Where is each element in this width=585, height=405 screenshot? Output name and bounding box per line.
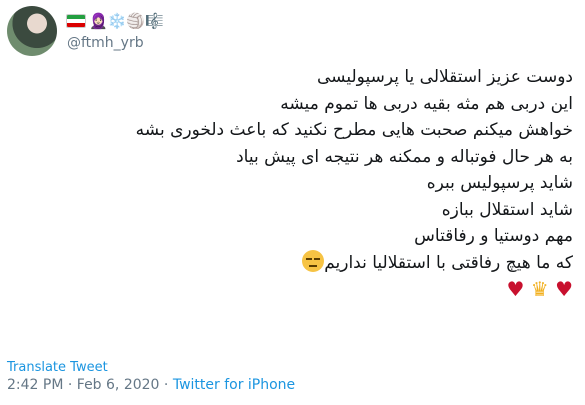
display-name[interactable]: 🧕🏻❄️🏐🎼 bbox=[66, 10, 164, 32]
tweet-time[interactable]: 2:42 PM bbox=[7, 377, 63, 393]
translate-tweet-link[interactable]: Translate Tweet bbox=[7, 360, 108, 375]
crown-icon: ♛ bbox=[530, 277, 549, 301]
tweet-line: خواهش میکنم صحبت هایی مطرح نکنید که باعث… bbox=[135, 120, 573, 140]
tweet-line: دوست عزیز استقلالی یا پرسپولیسی bbox=[317, 67, 573, 87]
emoji-row: ♥ ♛ ♥ bbox=[13, 276, 573, 303]
tweet-date[interactable]: Feb 6, 2020 bbox=[77, 377, 160, 393]
tweet-line-last: که ما هیچ رفاقتی با استقلالیا نداریم bbox=[13, 249, 573, 277]
tweet-meta: 2:42 PM · Feb 6, 2020 · Twitter for iPho… bbox=[7, 377, 295, 393]
unamused-face-icon bbox=[302, 249, 325, 272]
tweet-line: به هر حال فوتباله و ممکنه هر نتیجه ای پی… bbox=[236, 146, 573, 167]
separator-dot: · bbox=[67, 377, 77, 393]
iran-flag-icon bbox=[66, 14, 86, 28]
tweet-source-link[interactable]: Twitter for iPhone bbox=[173, 377, 295, 393]
tweet-line: شاید پرسپولیس ببره bbox=[426, 173, 573, 193]
tweet-line: مهم دوستیا و رفاقتاس bbox=[414, 226, 573, 246]
tweet-line: شاید استقلال ببازه bbox=[441, 199, 573, 220]
avatar[interactable] bbox=[7, 6, 57, 56]
tweet-line: این دربی هم مثه بقیه دربی ها تموم میشه bbox=[280, 93, 573, 114]
tweet-text: دوست عزیز استقلالی یا پرسپولیسی این دربی… bbox=[13, 64, 573, 303]
heart-icon: ♥ bbox=[506, 277, 525, 301]
separator-dot: · bbox=[163, 377, 173, 393]
tweet-line-text: که ما هیچ رفاقتی با استقلالیا نداریم bbox=[324, 252, 573, 273]
user-handle[interactable]: @ftmh_yrb bbox=[67, 35, 144, 51]
name-emoji: 🧕🏻❄️🏐🎼 bbox=[89, 12, 164, 30]
heart-icon: ♥ bbox=[555, 277, 573, 301]
